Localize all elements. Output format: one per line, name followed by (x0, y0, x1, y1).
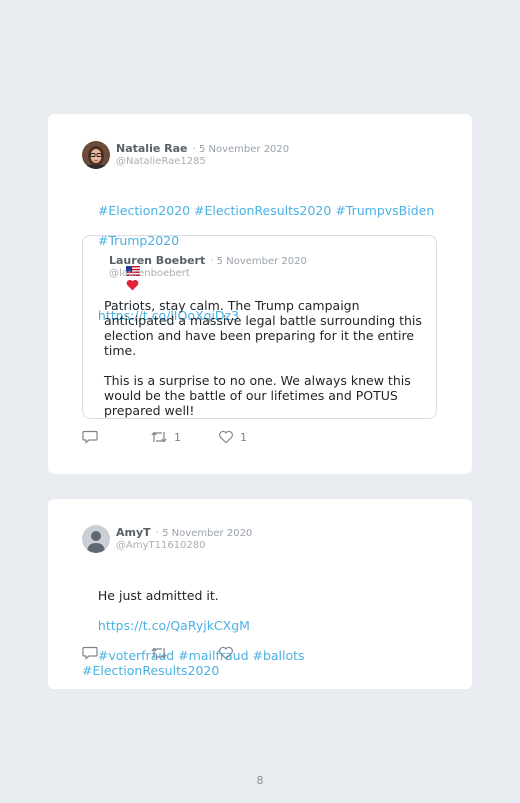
tweet-actions (82, 645, 270, 661)
heart-icon (219, 430, 233, 444)
tweet-header: Natalie Rae · 5 November 2020 @NatalieRa… (82, 141, 289, 169)
reply-button[interactable] (82, 430, 128, 444)
like-count: 1 (240, 430, 247, 444)
user-handle[interactable]: @AmyT11610280 (116, 540, 252, 552)
user-name[interactable]: Natalie Rae (116, 142, 188, 155)
user-name[interactable]: AmyT (116, 526, 151, 539)
page-number: 8 (256, 774, 264, 787)
retweet-icon (151, 431, 167, 443)
retweet-count: 1 (174, 430, 181, 444)
hashtags[interactable]: #Election2020 #ElectionResults2020 #Trum… (98, 203, 434, 218)
tweet-text-main: He just admitted it. (97, 588, 219, 603)
retweet-icon (151, 647, 167, 659)
retweet-button[interactable]: 1 (150, 430, 196, 444)
tweet-date: · 5 November 2020 (192, 144, 290, 155)
quoted-tweet-text: Patriots, stay calm. The Trump campaign … (104, 298, 422, 418)
tweet-card: Natalie Rae · 5 November 2020 @NatalieRa… (48, 114, 472, 474)
reply-icon (82, 430, 98, 444)
heart-icon (219, 646, 233, 660)
tweet-link[interactable]: https://t.co/QaRyjkCXgM (98, 618, 250, 633)
quoted-user-handle[interactable]: @laurenboebert (109, 268, 307, 280)
reply-button[interactable] (82, 646, 128, 660)
quoted-user-meta: Lauren Boebert · 5 November 2020 @lauren… (109, 253, 307, 280)
default-avatar-icon (82, 525, 110, 553)
like-button[interactable] (218, 646, 248, 660)
user-meta: Natalie Rae · 5 November 2020 @NatalieRa… (116, 141, 289, 168)
tweet-header: AmyT · 5 November 2020 @AmyT11610280 (82, 525, 252, 553)
avatar[interactable] (82, 525, 110, 553)
tweet-card: AmyT · 5 November 2020 @AmyT11610280 He … (48, 499, 472, 689)
like-button[interactable]: 1 (218, 430, 248, 444)
reply-icon (82, 646, 98, 660)
tweet-actions: 1 1 (82, 429, 270, 445)
avatar[interactable] (82, 141, 110, 169)
retweet-button[interactable] (150, 646, 196, 660)
user-meta: AmyT · 5 November 2020 @AmyT11610280 (116, 525, 252, 552)
quoted-user-name[interactable]: Lauren Boebert (109, 254, 205, 267)
user-handle[interactable]: @NatalieRae1285 (116, 156, 289, 168)
quoted-tweet-date: · 5 November 2020 (210, 256, 307, 267)
tweet-text: He just admitted it. https://t.co/QaRyjk… (82, 573, 442, 693)
tweet-date: · 5 November 2020 (155, 528, 253, 539)
quoted-tweet[interactable]: Lauren Boebert · 5 November 2020 @lauren… (82, 235, 437, 419)
